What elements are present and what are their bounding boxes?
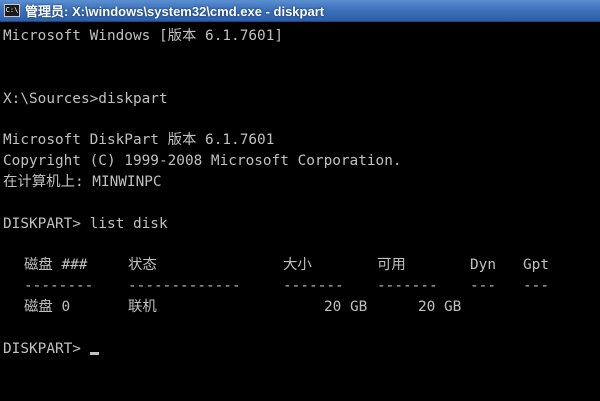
table-separator-dyn: --- [470,278,496,294]
table-header-free: 可用 [377,257,406,273]
console-line-list-disk-command: DISKPART> list disk [3,216,168,232]
table-separator-status: ------------- [128,278,241,294]
console-output[interactable]: Microsoft Windows [版本 6.1.7601] X:\Sourc… [0,22,600,401]
disk-name-cell: 磁盘 0 [24,299,71,315]
table-separator-disk: -------- [24,278,94,294]
console-line-computer: 在计算机上: MINWINPC [3,174,162,190]
table-separator-free: ------- [377,278,438,294]
cmd-icon[interactable]: C:\ [4,4,20,17]
console-line-diskpart-command: X:\Sources>diskpart [3,91,168,107]
window-title: 管理员: X:\windows\system32\cmd.exe - diskp… [25,4,325,19]
console-line-version: Microsoft Windows [版本 6.1.7601] [3,28,284,44]
title-bar[interactable]: C:\ 管理员: X:\windows\system32\cmd.exe - d… [0,0,600,22]
disk-size-cell: 20 GB [324,299,368,315]
disk-status-cell: 联机 [128,299,157,315]
table-header-size: 大小 [283,257,312,273]
table-header-dyn: Dyn [470,257,496,273]
text-cursor [89,352,99,355]
disk-free-cell: 20 GB [418,299,462,315]
console-prompt: DISKPART> [3,341,90,357]
table-separator-gpt: --- [523,278,549,294]
console-line-diskpart-version: Microsoft DiskPart 版本 6.1.7601 [3,132,275,148]
cmd-window: C:\ 管理员: X:\windows\system32\cmd.exe - d… [0,0,600,401]
table-header-gpt: Gpt [523,257,549,273]
console-line-copyright: Copyright (C) 1999-2008 Microsoft Corpor… [3,153,402,169]
console-current-prompt-line[interactable]: DISKPART> [3,339,99,360]
table-header-status: 状态 [128,257,157,273]
table-header-disk: 磁盘 ### [24,257,88,273]
table-separator-size: ------- [283,278,344,294]
